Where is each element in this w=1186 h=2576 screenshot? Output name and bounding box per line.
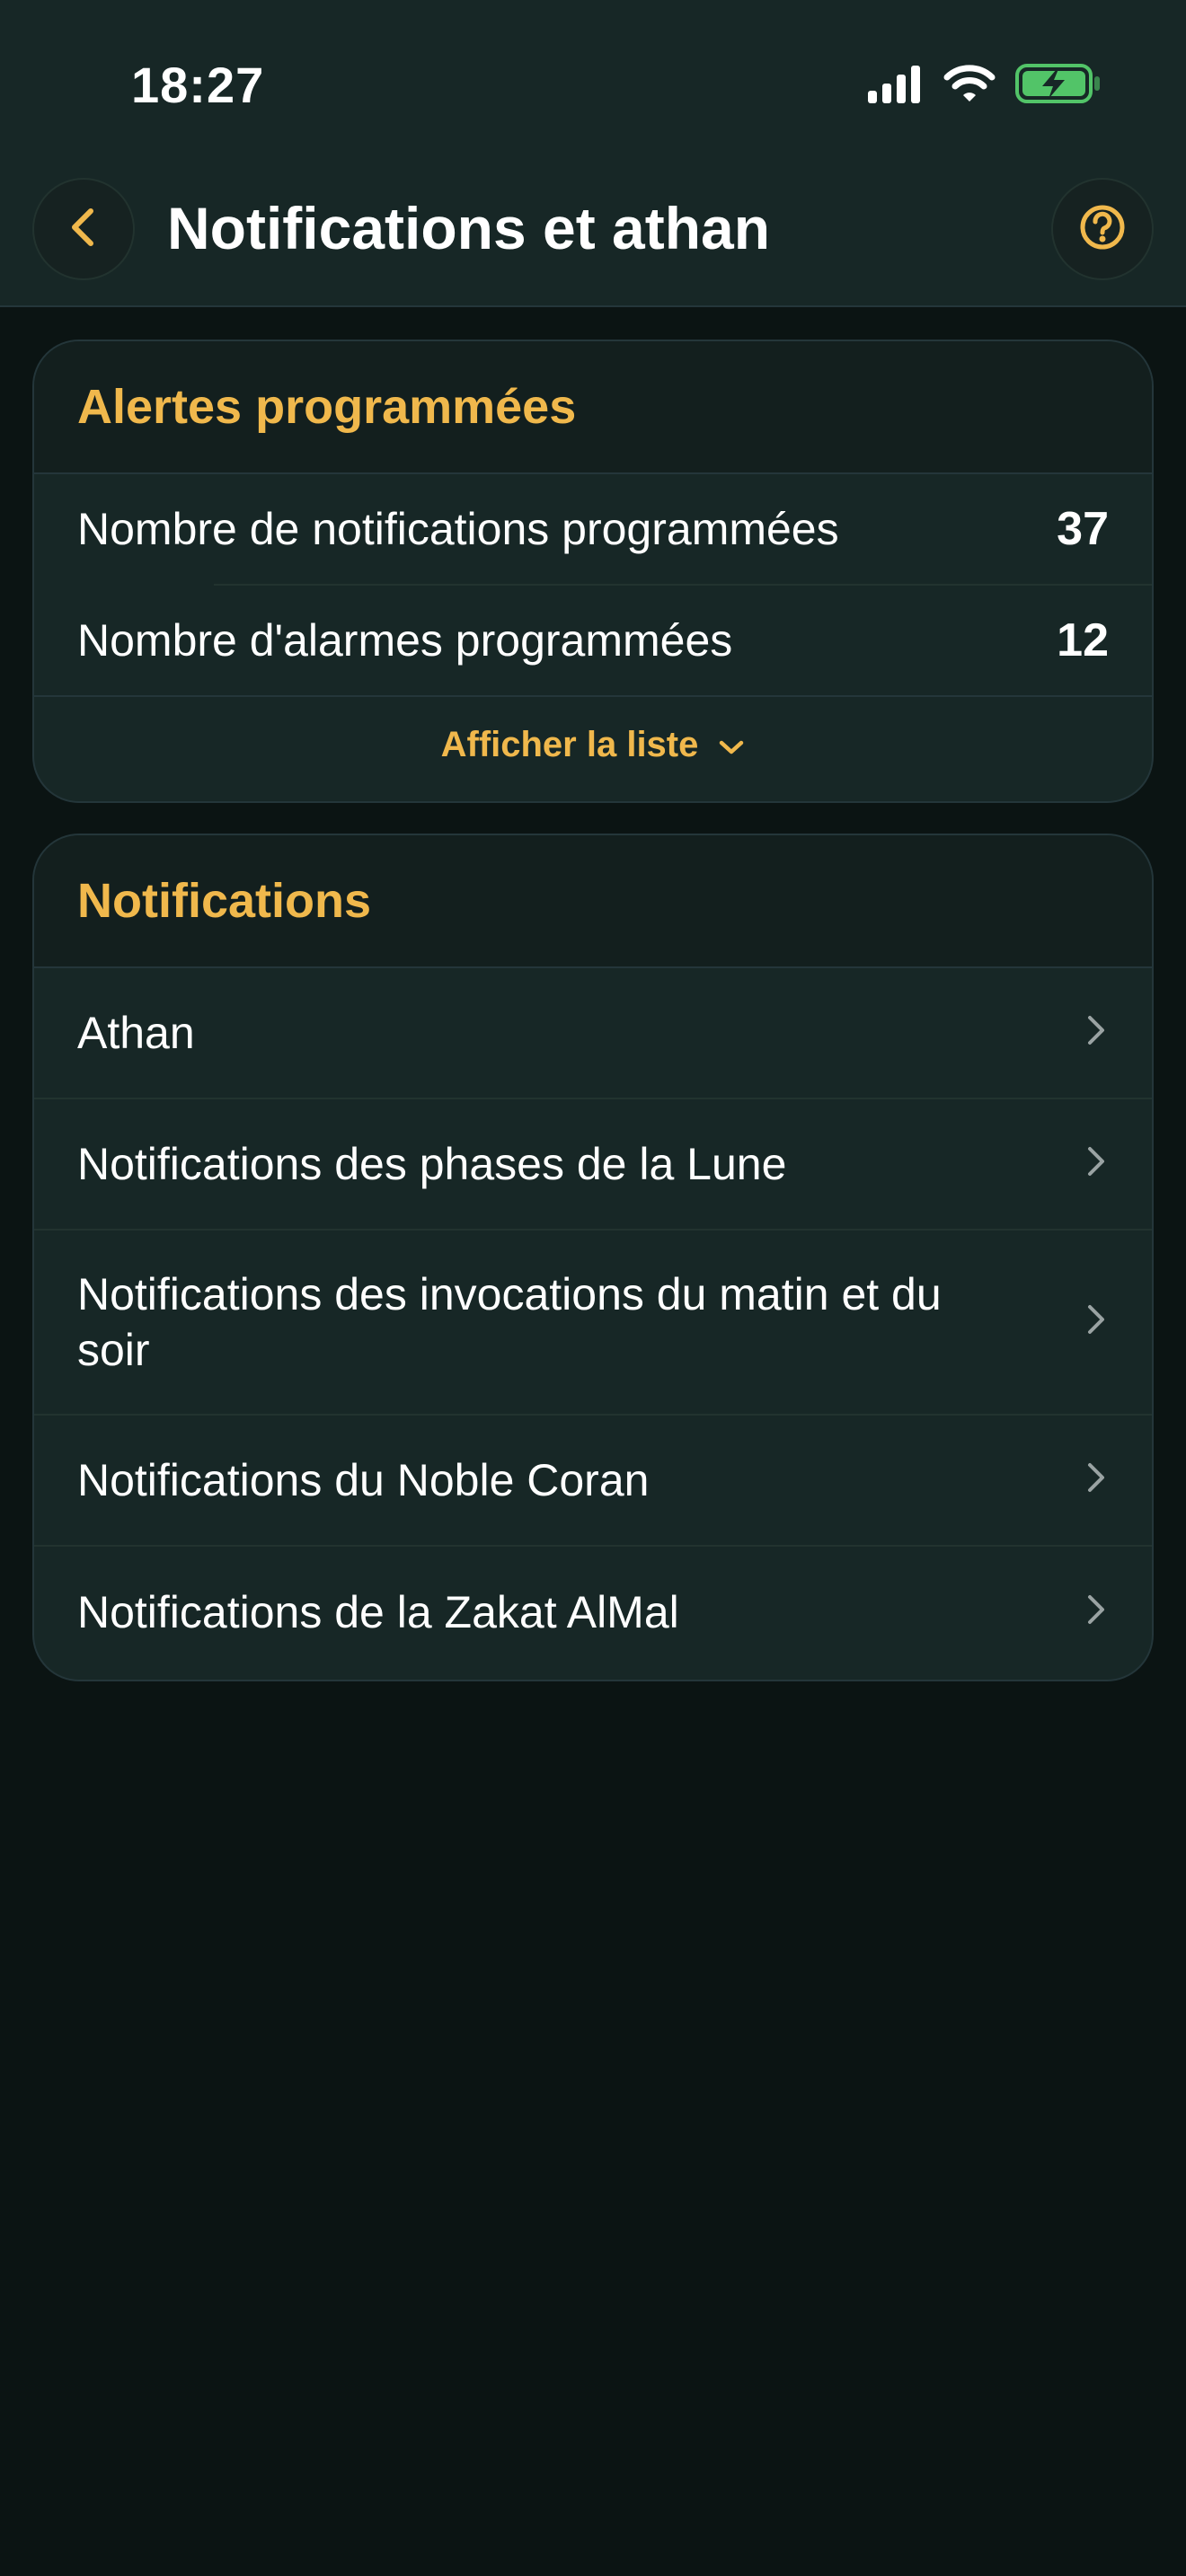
chevron-right-icon (1085, 1454, 1107, 1506)
list-item-label: Notifications du Noble Coran (77, 1455, 650, 1505)
notification-item-quran[interactable]: Notifications du Noble Coran (34, 1416, 1152, 1547)
notification-item-zakat[interactable]: Notifications de la Zakat AlMal (34, 1547, 1152, 1678)
notification-item-moon-phases[interactable]: Notifications des phases de la Lune (34, 1099, 1152, 1231)
chevron-down-icon (718, 725, 745, 765)
chevron-right-icon (1085, 1138, 1107, 1190)
nav-bar: Notifications et athan (0, 171, 1186, 305)
chevron-left-icon (66, 206, 102, 253)
stat-value: 37 (1057, 503, 1109, 555)
list-item-label: Notifications de la Zakat AlMal (77, 1587, 679, 1637)
notification-item-athan[interactable]: Athan (34, 968, 1152, 1099)
show-list-label: Afficher la liste (440, 724, 699, 764)
page-title: Notifications et athan (167, 195, 771, 261)
stat-row-notifications: Nombre de notifications programmées 37 (34, 474, 1152, 584)
stat-label: Nombre d'alarmes programmées (77, 615, 733, 666)
signal-icon (866, 64, 924, 108)
wifi-icon (943, 64, 996, 108)
status-time: 18:27 (131, 57, 265, 113)
scheduled-alerts-title: Alertes programmées (77, 380, 577, 434)
stat-value: 12 (1057, 614, 1109, 666)
stat-label: Nombre de notifications programmées (77, 504, 839, 554)
question-circle-icon (1077, 202, 1128, 257)
help-button[interactable] (1051, 178, 1154, 280)
status-icons (866, 63, 1102, 109)
battery-charging-icon (1015, 63, 1102, 109)
notifications-header: Notifications (34, 835, 1152, 968)
notification-item-invocations[interactable]: Notifications des invocations du matin e… (34, 1231, 1152, 1416)
scheduled-alerts-header: Alertes programmées (34, 341, 1152, 474)
stat-row-alarms: Nombre d'alarmes programmées 12 (34, 586, 1152, 695)
chevron-right-icon (1085, 1586, 1107, 1638)
status-bar: 18:27 (0, 0, 1186, 171)
list-item-label: Notifications des invocations du matin e… (77, 1269, 942, 1375)
top-area: 18:27 Notifications et athan (0, 0, 1186, 307)
notifications-title: Notifications (77, 874, 372, 928)
chevron-right-icon (1085, 1296, 1107, 1348)
list-item-label: Notifications des phases de la Lune (77, 1139, 787, 1189)
scheduled-alerts-card: Alertes programmées Nombre de notificati… (32, 340, 1154, 803)
show-list-button[interactable]: Afficher la liste (34, 695, 1152, 792)
back-button[interactable] (32, 178, 135, 280)
list-item-label: Athan (77, 1008, 195, 1058)
chevron-right-icon (1085, 1007, 1107, 1059)
notifications-card: Notifications Athan Notifications des ph… (32, 834, 1154, 1681)
